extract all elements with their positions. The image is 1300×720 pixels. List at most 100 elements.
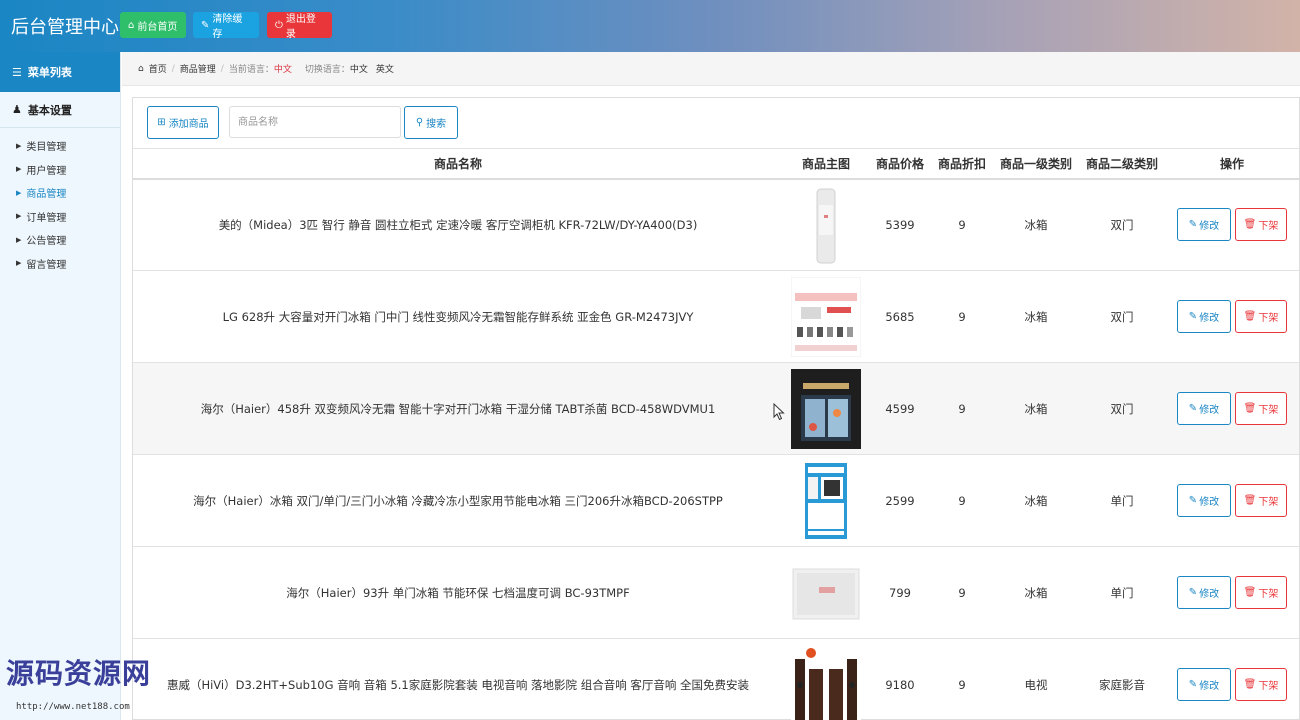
sidebar-item-label: 公告管理 xyxy=(26,236,67,248)
mouse-cursor-icon xyxy=(773,402,785,424)
take-down-label: 下架 xyxy=(1258,589,1279,600)
take-down-label: 下架 xyxy=(1258,681,1279,692)
breadcrumb-current[interactable]: 商品管理 xyxy=(180,62,216,75)
column-header: 操作 xyxy=(1165,148,1299,180)
menu-list-header[interactable]: ☰ 菜单列表 xyxy=(0,52,120,92)
edit-label: 修改 xyxy=(1199,497,1220,508)
edit-icon: ✎ xyxy=(1188,587,1198,598)
discount-cell: 9 xyxy=(931,178,993,271)
add-product-button[interactable]: ⊞ 添加商品 xyxy=(147,106,219,139)
product-panel: ⊞ 添加商品 ⚲ 搜索 商品名称 商品主图 商品价格 商品折扣 商品一级类别 商… xyxy=(132,97,1300,720)
edit-button[interactable]: ✎ 修改 xyxy=(1177,300,1231,333)
column-header: 商品名称 xyxy=(133,148,783,180)
category-2-cell: 单门 xyxy=(1079,546,1165,639)
sidebar-item-users[interactable]: ▶ 用户管理 xyxy=(0,158,120,182)
category-2-cell: 双门 xyxy=(1079,362,1165,455)
trash-icon: 🗑 xyxy=(1243,403,1257,414)
column-header: 商品折扣 xyxy=(931,148,993,180)
table-row: LG 628升 大容量对开门冰箱 门中门 线性变频风冷无霜智能存鲜系统 亚金色 … xyxy=(133,270,1299,363)
breadcrumb-home-link[interactable]: 首页 xyxy=(149,62,167,75)
category-1-cell: 冰箱 xyxy=(993,454,1079,547)
product-thumbnail xyxy=(791,644,861,720)
column-header: 商品一级类别 xyxy=(993,148,1079,180)
take-down-label: 下架 xyxy=(1258,405,1279,416)
edit-button[interactable]: ✎ 修改 xyxy=(1177,576,1231,609)
edit-icon: ✎ xyxy=(1188,495,1198,506)
price-cell: 799 xyxy=(869,546,931,639)
product-thumbnail xyxy=(791,276,861,357)
clear-cache-label: 清除缓存 xyxy=(212,14,243,40)
search-button[interactable]: ⚲ 搜索 xyxy=(404,106,458,139)
edit-button[interactable]: ✎ 修改 xyxy=(1177,208,1231,242)
product-image-cell xyxy=(783,638,869,720)
sidebar-menu: ▶ 类目管理 ▶ 用户管理 ▶ 商品管理 ▶ 订单管理 ▶ 公告管理 ▶ 留言管理 xyxy=(0,128,120,275)
category-2-cell: 单门 xyxy=(1079,454,1165,547)
product-image-cell xyxy=(783,454,869,547)
user-icon: ♟ xyxy=(12,103,22,116)
switch-language-label: 切换语言： xyxy=(304,65,350,75)
basic-settings-header[interactable]: ♟ 基本设置 xyxy=(0,92,120,128)
wrench-icon: ✎ xyxy=(201,19,210,31)
caret-right-icon: ▶ xyxy=(16,212,22,221)
product-thumbnail xyxy=(791,184,861,265)
home-icon: ⌂ xyxy=(128,19,135,31)
price-cell: 4599 xyxy=(869,362,931,455)
caret-right-icon: ▶ xyxy=(16,259,22,268)
sidebar-item-orders[interactable]: ▶ 订单管理 xyxy=(0,205,120,229)
take-down-label: 下架 xyxy=(1258,497,1279,508)
clear-cache-button[interactable]: ✎ 清除缓存 xyxy=(193,12,259,40)
sidebar-item-category[interactable]: ▶ 类目管理 xyxy=(0,134,120,158)
discount-cell: 9 xyxy=(931,638,993,720)
product-name-cell: 惠威（HiVi）D3.2HT+Sub10G 音响 音箱 5.1家庭影院套装 电视… xyxy=(133,638,783,720)
category-1-cell: 冰箱 xyxy=(993,178,1079,271)
product-image-cell xyxy=(783,178,869,271)
product-thumbnail xyxy=(791,552,861,633)
edit-button[interactable]: ✎ 修改 xyxy=(1177,668,1231,701)
product-name-cell: 海尔（Haier）冰箱 双门/单门/三门小冰箱 冷藏冷冻小型家用节能电冰箱 三门… xyxy=(133,454,783,547)
breadcrumb-separator: / xyxy=(171,63,175,74)
take-down-button[interactable]: 🗑 下架 xyxy=(1235,668,1287,701)
actions-cell: ✎ 修改 🗑 下架 xyxy=(1165,546,1299,639)
take-down-button[interactable]: 🗑 下架 xyxy=(1235,576,1287,609)
sidebar-item-notices[interactable]: ▶ 公告管理 xyxy=(0,228,120,252)
logout-label: 退出登录 xyxy=(285,14,316,40)
take-down-button[interactable]: 🗑 下架 xyxy=(1235,392,1287,425)
category-2-cell: 家庭影音 xyxy=(1079,638,1165,720)
frontend-home-label: 前台首页 xyxy=(137,21,178,33)
take-down-button[interactable]: 🗑 下架 xyxy=(1235,208,1287,242)
logout-button[interactable]: ⏻ 退出登录 xyxy=(267,12,332,40)
product-thumbnail xyxy=(791,460,861,541)
search-label: 搜索 xyxy=(426,119,447,130)
current-language-value: 中文 xyxy=(273,65,292,75)
edit-label: 修改 xyxy=(1199,313,1220,324)
edit-button[interactable]: ✎ 修改 xyxy=(1177,484,1231,517)
edit-button[interactable]: ✎ 修改 xyxy=(1177,392,1231,425)
actions-cell: ✎ 修改 🗑 下架 xyxy=(1165,270,1299,363)
caret-right-icon: ▶ xyxy=(16,141,22,150)
edit-label: 修改 xyxy=(1199,589,1220,600)
discount-cell: 9 xyxy=(931,546,993,639)
take-down-button[interactable]: 🗑 下架 xyxy=(1235,484,1287,517)
sidebar-item-label: 订单管理 xyxy=(26,212,67,224)
switch-language-zh-link[interactable]: 中文 xyxy=(350,62,368,75)
edit-icon: ✎ xyxy=(1188,403,1198,414)
product-name-cell: LG 628升 大容量对开门冰箱 门中门 线性变频风冷无霜智能存鲜系统 亚金色 … xyxy=(133,270,783,363)
column-header: 商品二级类别 xyxy=(1079,148,1165,180)
discount-cell: 9 xyxy=(931,270,993,363)
switch-language-en-link[interactable]: 英文 xyxy=(376,62,394,75)
edit-icon: ✎ xyxy=(1188,679,1198,690)
product-name-search-input[interactable] xyxy=(229,106,401,138)
price-cell: 2599 xyxy=(869,454,931,547)
column-header: 商品价格 xyxy=(869,148,931,180)
category-2-cell: 双门 xyxy=(1079,270,1165,363)
sidebar-item-products[interactable]: ▶ 商品管理 xyxy=(0,181,120,205)
breadcrumb: ⌂ 首页 / 商品管理 / 当前语言： 中文 切换语言： 中文 英文 xyxy=(122,52,1300,86)
edit-label: 修改 xyxy=(1199,681,1220,692)
take-down-button[interactable]: 🗑 下架 xyxy=(1235,300,1287,333)
frontend-home-button[interactable]: ⌂ 前台首页 xyxy=(120,12,186,38)
actions-cell: ✎ 修改 🗑 下架 xyxy=(1165,454,1299,547)
menu-list-title: 菜单列表 xyxy=(27,66,72,79)
category-1-cell: 冰箱 xyxy=(993,362,1079,455)
sidebar-item-messages[interactable]: ▶ 留言管理 xyxy=(0,252,120,276)
product-thumbnail xyxy=(791,368,861,449)
